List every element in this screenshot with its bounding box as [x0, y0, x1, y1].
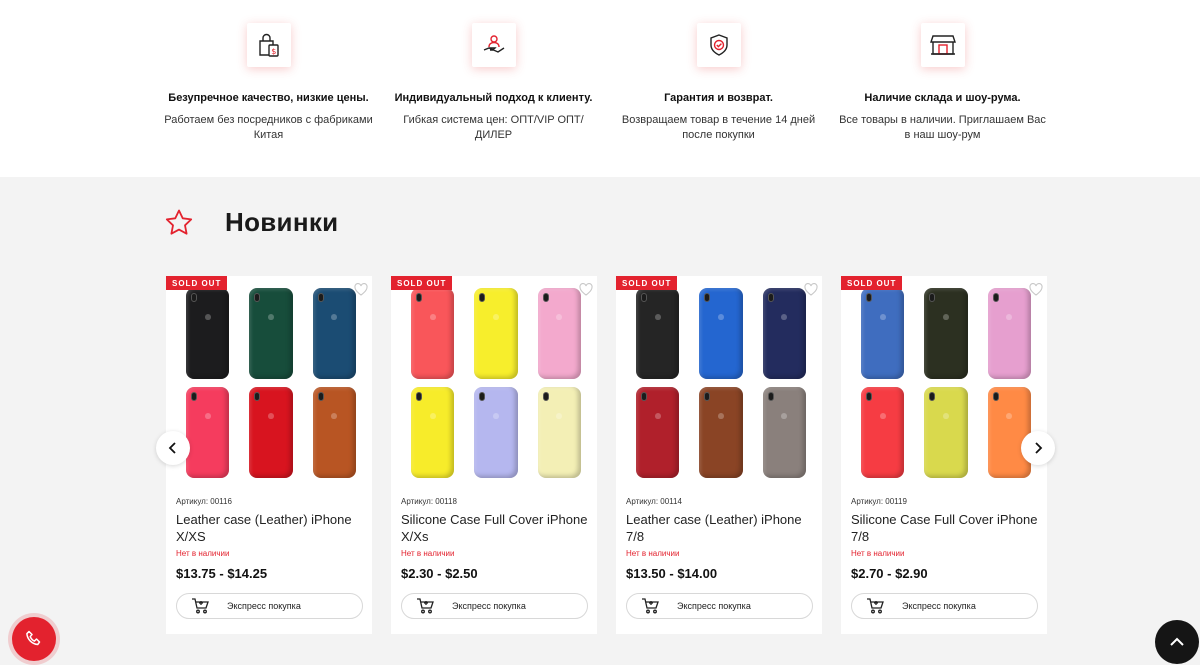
heart-icon[interactable]	[579, 283, 593, 296]
case-swatch	[987, 387, 1031, 478]
express-buy-label: Экспресс покупка	[227, 601, 301, 611]
feature-title: Индивидуальный подход к клиенту.	[394, 92, 593, 104]
case-swatch	[537, 288, 581, 379]
product-sku: Артикул: 00116	[176, 497, 232, 506]
express-buy-label: Экспресс покупка	[452, 601, 526, 611]
product-card[interactable]: SOLD OUT Артикул: 00116 Leather case (Le…	[166, 276, 372, 634]
sold-out-badge: SOLD OUT	[841, 276, 903, 290]
chevron-left-icon	[168, 442, 176, 454]
case-swatch	[636, 387, 680, 478]
feature-approach: Индивидуальный подход к клиенту. Гибкая …	[381, 23, 606, 143]
product-price: $13.50 - $14.00	[626, 566, 718, 581]
store-icon	[920, 23, 965, 67]
case-swatch	[249, 387, 293, 478]
case-swatch	[312, 288, 356, 379]
stock-status: Нет в наличии	[401, 549, 455, 558]
product-price: $2.30 - $2.50	[401, 566, 478, 581]
svg-text:$: $	[271, 47, 276, 56]
case-swatch	[186, 288, 230, 379]
new-arrivals-section: Новинки SOLD OUT Артикул: 00116 Leather …	[0, 177, 1200, 665]
product-image[interactable]	[861, 288, 1031, 478]
chevron-right-icon	[1035, 442, 1043, 454]
case-swatch	[699, 288, 743, 379]
carousel-next-button[interactable]	[1021, 431, 1055, 465]
product-card[interactable]: SOLD OUT Артикул: 00118 Silicone Case Fu…	[391, 276, 597, 634]
heart-icon[interactable]	[1029, 283, 1043, 296]
cart-icon	[416, 598, 434, 614]
express-buy-button[interactable]: Экспресс покупка	[176, 593, 363, 619]
feature-text: Все товары в наличии. Приглашаем Вас в н…	[839, 114, 1046, 141]
express-buy-button[interactable]: Экспресс покупка	[851, 593, 1038, 619]
feature-title: Безупречное качество, низкие цены.	[168, 92, 369, 104]
case-swatch	[249, 288, 293, 379]
product-card[interactable]: SOLD OUT Артикул: 00119 Silicone Case Fu…	[841, 276, 1047, 634]
shield-check-icon	[696, 23, 741, 67]
product-card[interactable]: SOLD OUT Артикул: 00114 Leather case (Le…	[616, 276, 822, 634]
shopping-bag-icon: $	[246, 23, 291, 67]
case-swatch	[411, 288, 455, 379]
case-swatch	[924, 288, 968, 379]
star-icon	[165, 209, 193, 235]
section-title: Новинки	[225, 207, 339, 237]
case-swatch	[474, 288, 518, 379]
feature-guarantee: Гарантия и возврат. Возвращаем товар в т…	[606, 23, 831, 143]
case-swatch	[762, 387, 806, 478]
feature-showroom: Наличие склада и шоу-рума. Все товары в …	[830, 23, 1055, 143]
express-buy-button[interactable]: Экспресс покупка	[401, 593, 588, 619]
product-sku: Артикул: 00118	[401, 497, 457, 506]
stock-status: Нет в наличии	[851, 549, 905, 558]
express-buy-label: Экспресс покупка	[677, 601, 751, 611]
cart-icon	[191, 598, 209, 614]
case-swatch	[861, 288, 905, 379]
feature-quality: $ Безупречное качество, низкие цены. Раб…	[156, 23, 381, 143]
sold-out-badge: SOLD OUT	[616, 276, 678, 290]
express-buy-button[interactable]: Экспресс покупка	[626, 593, 813, 619]
product-sku: Артикул: 00119	[851, 497, 907, 506]
product-price: $13.75 - $14.25	[176, 566, 268, 581]
feature-title: Наличие склада и шоу-рума.	[864, 92, 1021, 104]
product-price: $2.70 - $2.90	[851, 566, 928, 581]
case-swatch	[474, 387, 518, 478]
product-sku: Артикул: 00114	[626, 497, 682, 506]
stock-status: Нет в наличии	[626, 549, 680, 558]
features-strip: $ Безупречное качество, низкие цены. Раб…	[0, 0, 1200, 177]
case-swatch	[411, 387, 455, 478]
case-swatch	[987, 288, 1031, 379]
product-image[interactable]	[186, 288, 356, 478]
case-swatch	[924, 387, 968, 478]
cart-icon	[866, 598, 884, 614]
product-name[interactable]: Leather case (Leather) iPhone X/XS	[176, 511, 366, 545]
heart-icon[interactable]	[354, 283, 368, 296]
stock-status: Нет в наличии	[176, 549, 230, 558]
product-name[interactable]: Silicone Case Full Cover iPhone X/Xs	[401, 511, 591, 545]
cart-icon	[641, 598, 659, 614]
product-name[interactable]: Silicone Case Full Cover iPhone 7/8	[851, 511, 1041, 545]
feature-text: Возвращаем товар в течение 14 дней после…	[621, 114, 816, 141]
case-swatch	[537, 387, 581, 478]
case-swatch	[762, 288, 806, 379]
product-image[interactable]	[636, 288, 806, 478]
heart-icon[interactable]	[804, 283, 818, 296]
case-swatch	[861, 387, 905, 478]
chevron-up-icon	[1170, 637, 1184, 646]
feature-text: Гибкая система цен: ОПТ/VIP ОПТ/ДИЛЕР	[403, 114, 584, 141]
scroll-top-button[interactable]	[1155, 620, 1199, 664]
section-header: Новинки	[165, 207, 338, 238]
sold-out-badge: SOLD OUT	[391, 276, 453, 290]
carousel-prev-button[interactable]	[156, 431, 190, 465]
feature-title: Гарантия и возврат.	[664, 92, 773, 104]
hand-user-icon	[471, 23, 516, 67]
sold-out-badge: SOLD OUT	[166, 276, 228, 290]
case-swatch	[186, 387, 230, 478]
phone-icon	[26, 630, 41, 646]
product-name[interactable]: Leather case (Leather) iPhone 7/8	[626, 511, 816, 545]
product-image[interactable]	[411, 288, 581, 478]
case-swatch	[636, 288, 680, 379]
call-button[interactable]	[12, 617, 56, 661]
case-swatch	[699, 387, 743, 478]
feature-text: Работаем без посредников с фабриками Кит…	[164, 114, 373, 141]
case-swatch	[312, 387, 356, 478]
express-buy-label: Экспресс покупка	[902, 601, 976, 611]
